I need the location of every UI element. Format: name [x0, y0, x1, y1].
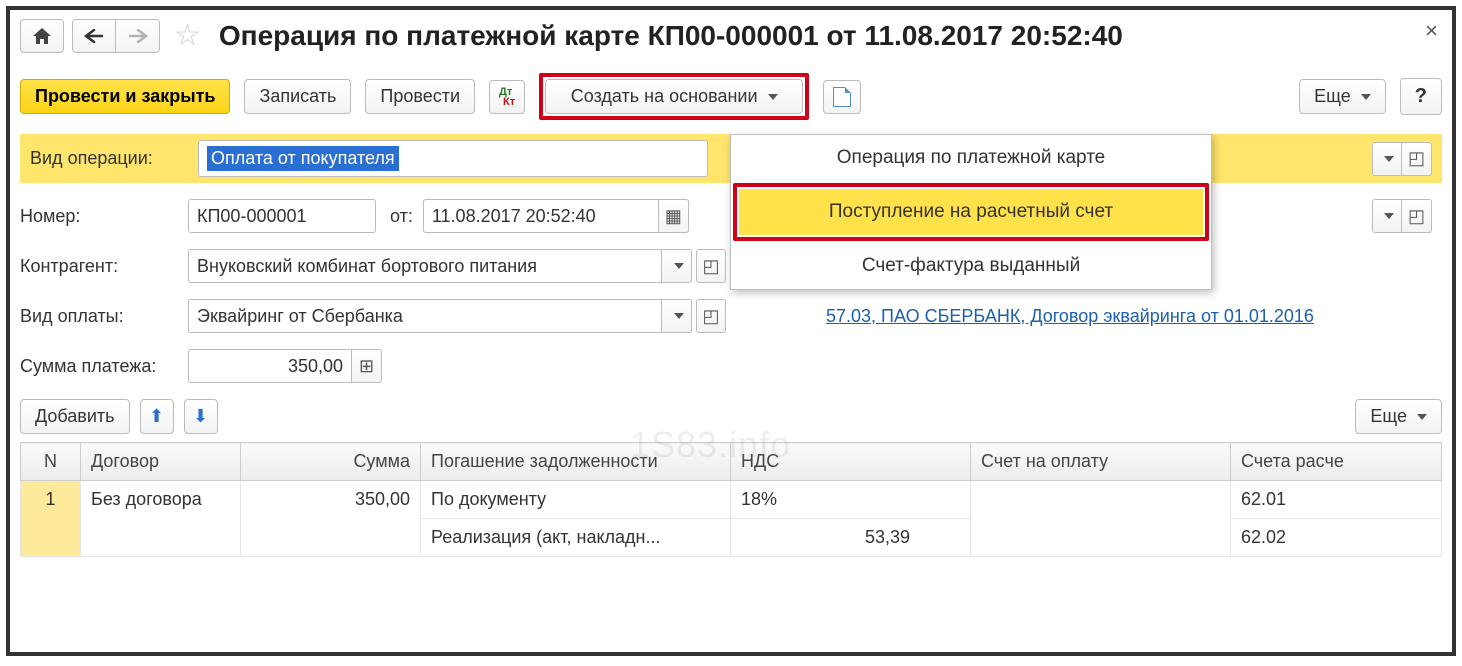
col-sum[interactable]: Сумма	[241, 443, 421, 481]
cell-invoice[interactable]	[971, 481, 1231, 557]
date-value: 11.08.2017 20:52:40	[432, 206, 596, 227]
cell-vat2[interactable]: 53,39	[731, 519, 971, 557]
table-more-label: Еще	[1370, 406, 1407, 427]
create-based-on-button[interactable]: Создать на основании	[545, 79, 803, 114]
chevron-down-icon	[1361, 94, 1371, 100]
menu-item-receipt[interactable]: Поступление на расчетный счет	[739, 189, 1203, 235]
save-button[interactable]: Записать	[244, 79, 351, 114]
back-button[interactable]	[72, 19, 116, 53]
open-ref-icon[interactable]: ◰	[696, 249, 726, 283]
col-invoice[interactable]: Счет на оплату	[971, 443, 1231, 481]
menu-item-invoice[interactable]: Счет-фактура выданный	[731, 243, 1211, 289]
page-title: Операция по платежной карте КП00-000001 …	[219, 20, 1123, 52]
cell-vat1[interactable]: 18%	[731, 481, 971, 519]
open-ref-icon[interactable]: ◰	[696, 299, 726, 333]
cell-repayment1[interactable]: По документу	[421, 481, 731, 519]
payment-type-label: Вид оплаты:	[20, 306, 188, 327]
date-label: от:	[390, 206, 413, 227]
dropdown-chevron-icon[interactable]	[1372, 199, 1402, 233]
document-icon-button[interactable]	[823, 80, 861, 114]
menu-item-card-operation[interactable]: Операция по платежной карте	[731, 135, 1211, 181]
create-based-on-label: Создать на основании	[571, 86, 758, 107]
col-n[interactable]: N	[21, 443, 81, 481]
cell-sum[interactable]: 350,00	[241, 481, 421, 557]
number-label: Номер:	[20, 206, 188, 227]
payment-type-field[interactable]: Эквайринг от Сбербанка	[188, 299, 662, 333]
op-type-value: Оплата от покупателя	[207, 146, 399, 171]
cell-repayment2[interactable]: Реализация (акт, накладн...	[421, 519, 731, 557]
create-based-on-highlight: Создать на основании	[539, 73, 809, 120]
counterparty-value: Внуковский комбинат бортового питания	[197, 256, 537, 277]
amount-field[interactable]: 350,00	[188, 349, 352, 383]
cell-n: 1	[21, 481, 81, 557]
dtkt-button[interactable]: ДтКт	[489, 80, 525, 114]
move-up-button[interactable]: ⬆	[140, 399, 174, 434]
dropdown-chevron-icon[interactable]	[1372, 142, 1402, 176]
help-button[interactable]: ?	[1400, 78, 1442, 115]
close-icon[interactable]: ×	[1425, 18, 1438, 44]
calculator-icon[interactable]: ⊞	[352, 349, 382, 383]
document-icon	[833, 87, 851, 107]
more-button[interactable]: Еще	[1299, 79, 1386, 114]
forward-button	[116, 19, 160, 53]
dropdown-chevron-icon[interactable]	[662, 299, 692, 333]
amount-label: Сумма платежа:	[20, 356, 188, 377]
chevron-down-icon	[768, 94, 778, 100]
cell-contract[interactable]: Без договора	[81, 481, 241, 557]
create-based-on-menu: Операция по платежной карте Поступление …	[730, 134, 1212, 290]
col-contract[interactable]: Договор	[81, 443, 241, 481]
post-and-close-button[interactable]: Провести и закрыть	[20, 79, 230, 114]
home-button[interactable]	[20, 19, 64, 53]
payment-type-value: Эквайринг от Сбербанка	[197, 306, 403, 327]
post-button[interactable]: Провести	[365, 79, 475, 114]
op-type-field[interactable]: Оплата от покупателя	[198, 140, 708, 177]
favorite-star-icon[interactable]: ☆	[168, 18, 207, 53]
amount-value: 350,00	[288, 356, 343, 377]
counterparty-field[interactable]: Внуковский комбинат бортового питания	[188, 249, 662, 283]
number-field[interactable]: КП00-000001	[188, 199, 376, 233]
payments-table: N Договор Сумма Погашение задолженности …	[20, 442, 1442, 557]
number-value: КП00-000001	[197, 206, 307, 227]
cell-acc1[interactable]: 62.01	[1231, 481, 1442, 519]
open-ref-icon[interactable]: ◰	[1402, 199, 1432, 233]
col-vat[interactable]: НДС	[731, 443, 971, 481]
open-ref-icon[interactable]: ◰	[1402, 142, 1432, 176]
table-row[interactable]: 1 Без договора 350,00 По документу 18% 6…	[21, 481, 1442, 519]
dropdown-chevron-icon[interactable]	[662, 249, 692, 283]
date-field[interactable]: 11.08.2017 20:52:40	[423, 199, 659, 233]
col-repayment[interactable]: Погашение задолженности	[421, 443, 731, 481]
more-label: Еще	[1314, 86, 1351, 107]
add-row-button[interactable]: Добавить	[20, 399, 130, 434]
counterparty-label: Контрагент:	[20, 256, 188, 277]
move-down-button[interactable]: ⬇	[184, 399, 218, 434]
calendar-icon[interactable]: ▦	[659, 199, 689, 233]
table-more-button[interactable]: Еще	[1355, 399, 1442, 434]
op-type-label: Вид операции:	[30, 148, 198, 169]
col-accounts[interactable]: Счета расче	[1231, 443, 1442, 481]
cell-acc2[interactable]: 62.02	[1231, 519, 1442, 557]
bank-link[interactable]: 57.03, ПАО СБЕРБАНК, Договор эквайринга …	[826, 306, 1314, 327]
menu-item-receipt-highlight: Поступление на расчетный счет	[733, 183, 1209, 241]
chevron-down-icon	[1417, 414, 1427, 420]
